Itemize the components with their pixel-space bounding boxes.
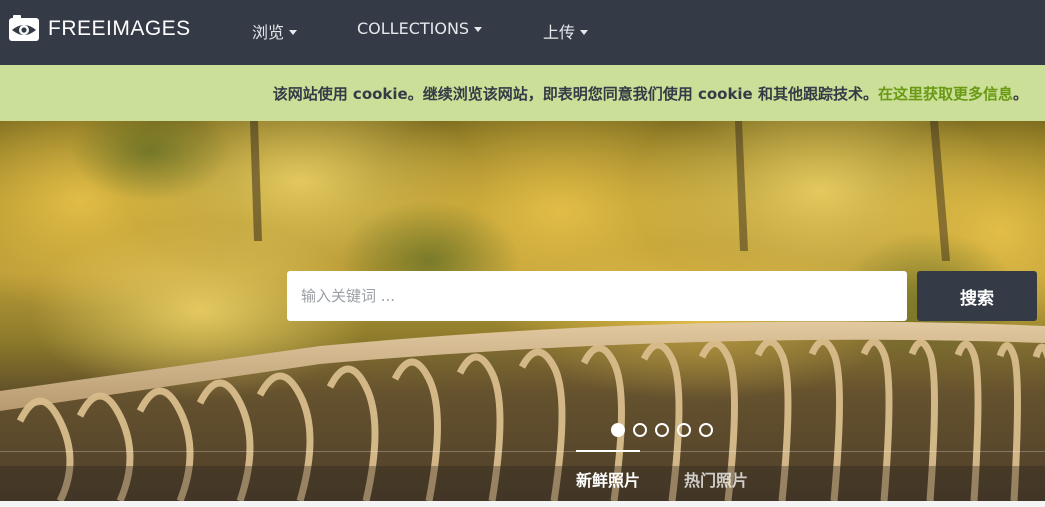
carousel-dot-3[interactable] — [655, 423, 669, 437]
cookie-message-suffix: 。 — [1012, 85, 1028, 103]
nav-upload-label: 上传 — [543, 23, 576, 42]
nav-collections[interactable]: COLLECTIONS — [357, 19, 483, 38]
brand-name: FREEIMAGES — [48, 17, 191, 40]
carousel-dot-1[interactable] — [611, 423, 625, 437]
carousel-dot-4[interactable] — [677, 423, 691, 437]
tab-fresh-photos[interactable]: 新鲜照片 — [576, 467, 640, 491]
cookie-message: 该网站使用 cookie。继续浏览该网站，即表明您同意我们使用 cookie 和… — [273, 83, 1028, 104]
tab-popular-photos[interactable]: 热门照片 — [684, 467, 748, 491]
active-tab-indicator — [576, 450, 640, 452]
carousel-dot-5[interactable] — [699, 423, 713, 437]
search-input[interactable] — [287, 271, 907, 321]
carousel-indicators — [611, 423, 721, 437]
top-navbar: FREEIMAGES 浏览 COLLECTIONS 上传 — [0, 0, 1045, 65]
nav-upload[interactable]: 上传 — [543, 19, 589, 43]
nav-collections-label: COLLECTIONS — [357, 19, 470, 38]
page-bottom-strip — [0, 501, 1045, 507]
nav-browse-label: 浏览 — [252, 23, 285, 42]
caret-down-icon — [289, 29, 298, 35]
camera-eye-icon — [9, 15, 39, 41]
cookie-message-text: 该网站使用 cookie。继续浏览该网站，即表明您同意我们使用 cookie 和… — [272, 85, 878, 103]
brand-logo[interactable]: FREEIMAGES — [8, 13, 191, 45]
hero-banner: 搜索 新鲜照片 热门照片 — [0, 121, 1045, 501]
tab-divider — [0, 451, 1045, 452]
nav-browse[interactable]: 浏览 — [252, 19, 298, 43]
caret-down-icon — [580, 29, 589, 35]
caret-down-icon — [474, 27, 483, 32]
search-button[interactable]: 搜索 — [917, 271, 1037, 321]
cookie-notice-bar: 该网站使用 cookie。继续浏览该网站，即表明您同意我们使用 cookie 和… — [0, 65, 1045, 121]
carousel-dot-2[interactable] — [633, 423, 647, 437]
cookie-more-info-link[interactable]: 在这里获取更多信息 — [878, 85, 1013, 103]
